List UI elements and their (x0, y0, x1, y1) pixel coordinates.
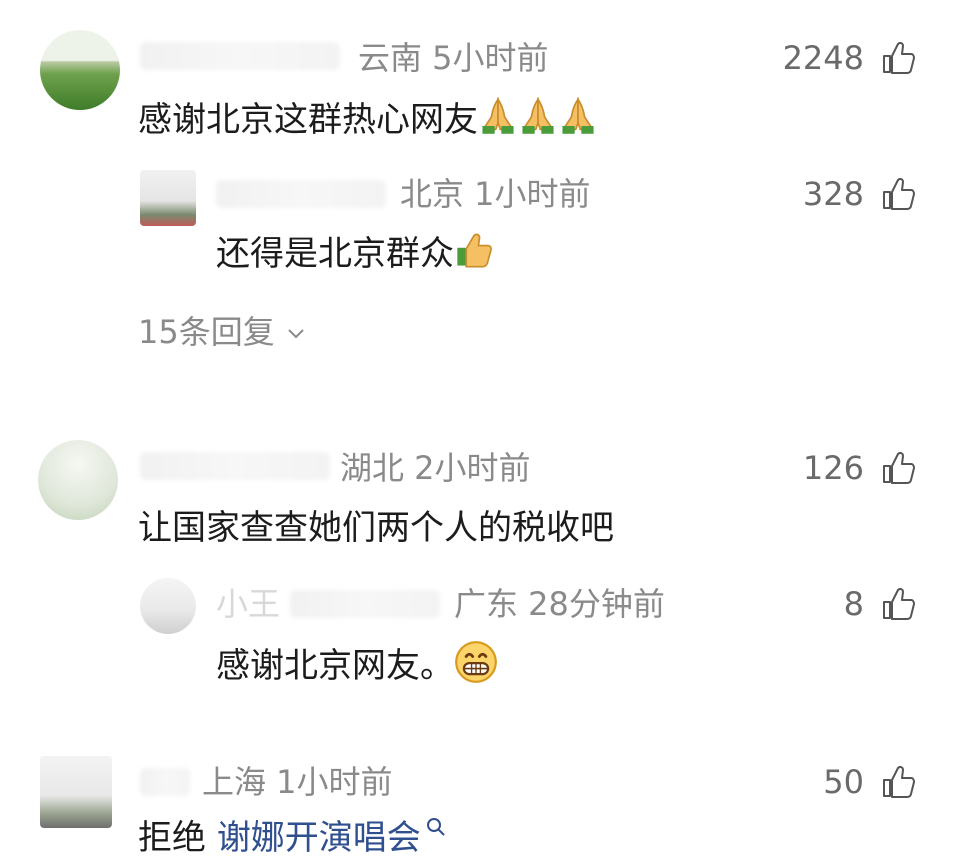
chevron-down-icon (288, 329, 304, 339)
reply-text-body: 感谢北京网友。 (216, 646, 454, 686)
comment-text-prefix: 拒绝 (138, 818, 217, 858)
reply-location-time: 广东 28分钟前 (454, 585, 665, 623)
like-count: 50 (823, 763, 864, 801)
view-replies-link[interactable]: 15条回复 (138, 312, 307, 352)
reply-text-body: 还得是北京群众 (216, 234, 454, 274)
avatar[interactable] (40, 756, 112, 828)
username-blurred[interactable] (140, 452, 330, 480)
thumbs-up-icon[interactable] (880, 176, 916, 212)
comment-text-body: 感谢北京这群热心网友 (138, 100, 478, 140)
search-topic-link[interactable]: 谢娜开演唱会 (217, 818, 421, 858)
comment-location-time: 湖北 2小时前 (340, 449, 531, 487)
reply-avatar[interactable] (140, 578, 196, 634)
reply-text: 感谢北京网友。 (216, 640, 498, 695)
reply-text: 还得是北京群众 (216, 230, 494, 281)
replies-count-label: 15条回复 (138, 313, 275, 351)
comment-location-time: 上海 1小时前 (202, 763, 393, 801)
pray-emoji (478, 96, 598, 147)
avatar[interactable] (40, 30, 120, 110)
reply-username[interactable]: 小王 (216, 584, 280, 624)
reply-avatar[interactable] (140, 170, 196, 226)
thumbs-up-icon[interactable] (880, 450, 916, 486)
avatar[interactable] (38, 440, 118, 520)
reply-location-time: 北京 1小时前 (400, 175, 591, 213)
reply-like-count: 8 (843, 585, 864, 623)
username-blurred[interactable] (140, 768, 190, 796)
thumbs-up-icon[interactable] (880, 764, 916, 800)
reply-username-blurred[interactable] (216, 180, 386, 208)
search-icon[interactable] (425, 816, 447, 838)
thumbs-up-icon[interactable] (880, 40, 916, 76)
thumbs-up-icon[interactable] (880, 586, 916, 622)
like-count: 126 (802, 449, 864, 487)
comment-location-time: 云南 5小时前 (358, 39, 549, 77)
grinning-face-emoji (454, 640, 498, 695)
comment-text: 感谢北京这群热心网友 (138, 96, 598, 147)
thumbs-up-emoji (454, 230, 494, 281)
username-blurred[interactable] (140, 42, 340, 70)
reply-username-blurred (290, 590, 440, 618)
like-count: 2248 (782, 39, 864, 77)
reply-like-count: 328 (802, 175, 864, 213)
comment-text: 拒绝 谢娜开演唱会 (138, 816, 447, 860)
comment-text: 让国家查查她们两个人的税收吧 (138, 508, 614, 548)
